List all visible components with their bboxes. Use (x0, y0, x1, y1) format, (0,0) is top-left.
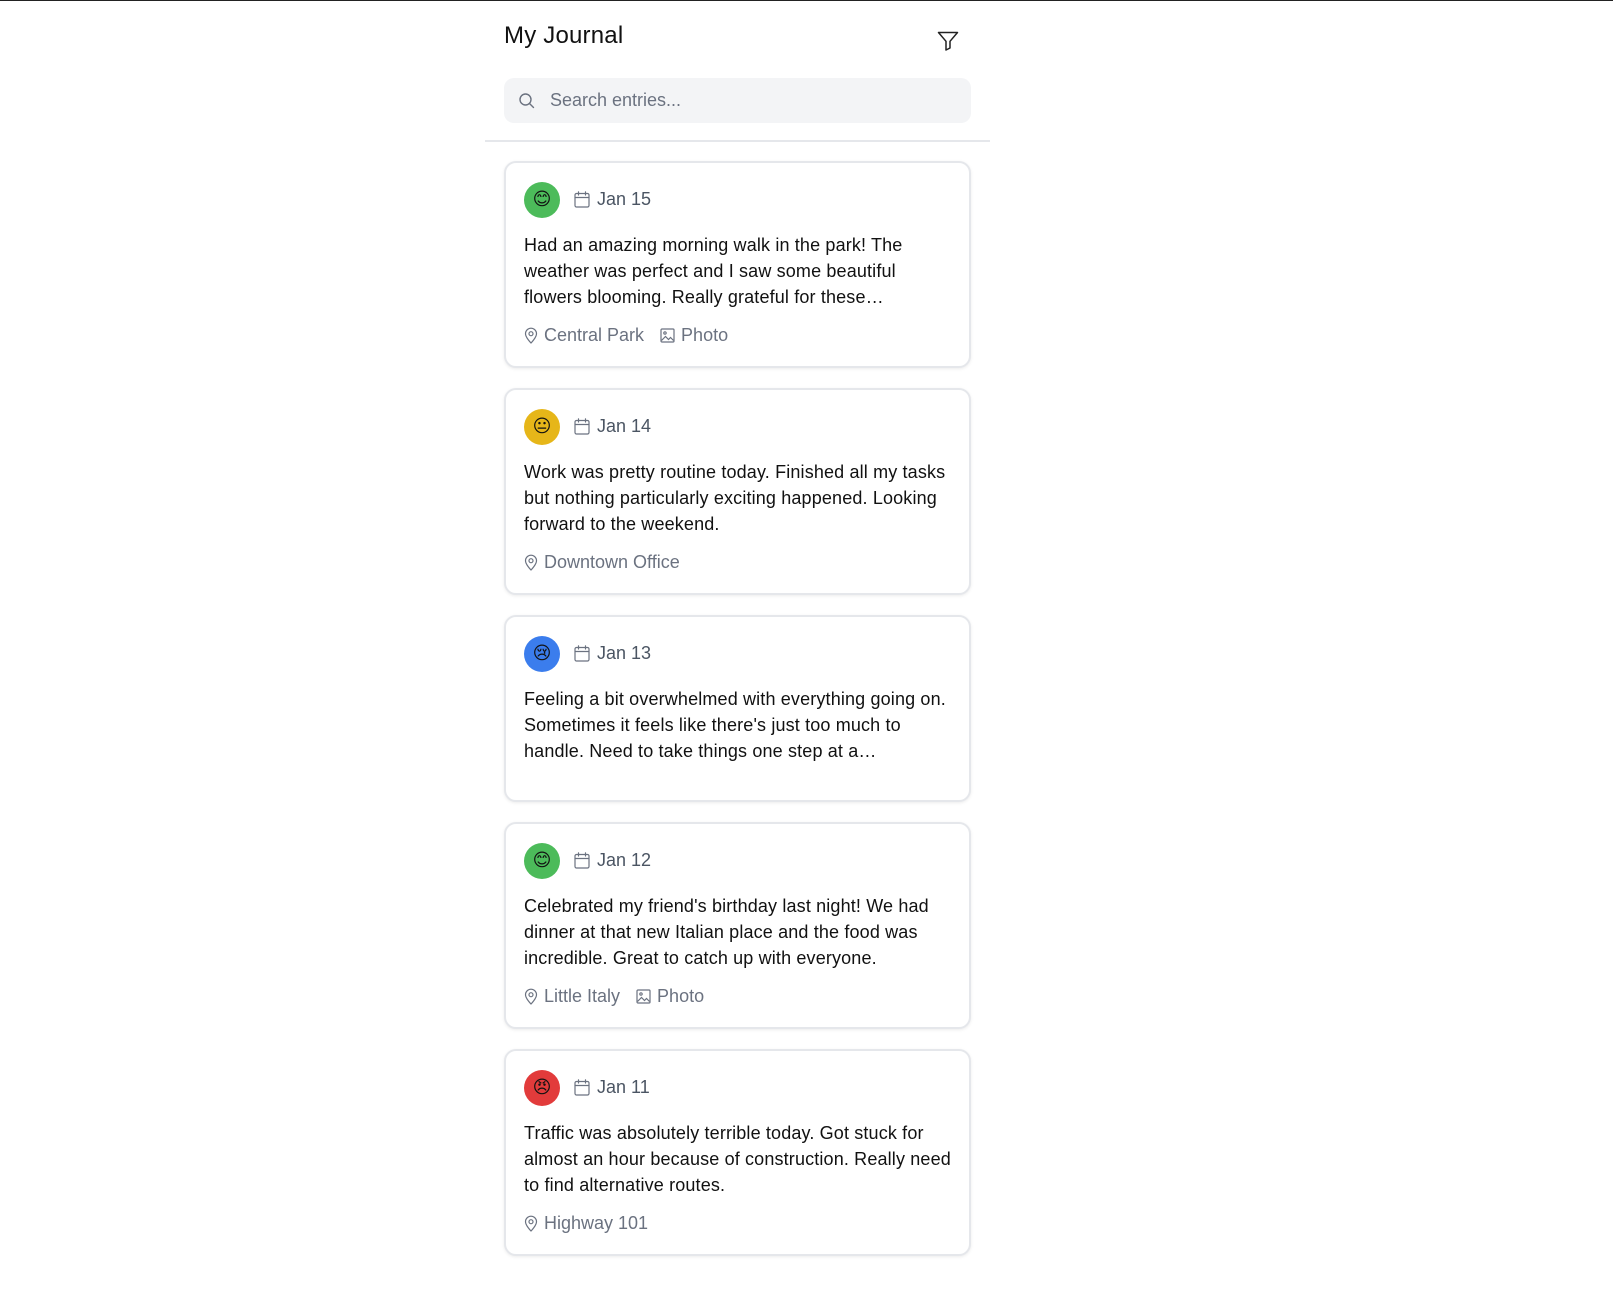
entry-attachment-text: Photo (657, 985, 705, 1006)
entry-date-text: Jan 11 (597, 1077, 650, 1097)
entry-text: Feeling a bit overwhelmed with everythin… (524, 689, 946, 761)
journal-entry-list: 😊 Jan 15 Had an amazing morning walk in … (504, 161, 971, 1276)
entry-location-text: Downtown Office (544, 551, 680, 572)
mood-angry-icon: 😠 (524, 1069, 560, 1106)
entry-date-text: Jan 13 (597, 643, 652, 663)
entry-date: Jan 15 (574, 189, 651, 210)
calendar-icon (574, 191, 590, 208)
entry-date: Jan 12 (574, 850, 651, 871)
entry-attachment-text: Photo (681, 324, 729, 345)
image-icon (636, 988, 651, 1004)
search-input[interactable] (548, 89, 952, 112)
journal-entry-card[interactable]: 😐 Jan 14 Work was pretty routine today. … (504, 388, 971, 595)
entry-location-text: Little Italy (544, 985, 621, 1006)
journal-app: My Journal 😊 (485, 0, 990, 1256)
entry-header: 😊 Jan 15 (524, 181, 951, 218)
page-title: My Journal (504, 22, 624, 49)
entry-date-text: Jan 15 (597, 189, 652, 209)
image-icon (660, 327, 675, 343)
filter-icon (936, 29, 960, 53)
entry-date: Jan 13 (574, 643, 651, 664)
entry-meta: Central Park Photo (524, 322, 951, 348)
journal-entry-card[interactable]: 😊 Jan 15 Had an amazing morning walk in … (504, 161, 971, 368)
entry-location: Downtown Office (524, 552, 680, 573)
entry-text: Celebrated my friend's birthday last nig… (524, 896, 929, 968)
search-bar (504, 78, 971, 123)
entry-location-text: Highway 101 (544, 1212, 649, 1233)
filter-button[interactable] (934, 27, 962, 55)
entry-header: 😐 Jan 14 (524, 408, 951, 445)
calendar-icon (574, 418, 590, 435)
journal-entry-card[interactable]: 😠 Jan 11 Traffic was absolutely terrible… (504, 1049, 971, 1256)
calendar-icon (574, 645, 590, 662)
mood-happy-icon: 😊 (524, 181, 560, 218)
entry-location-text: Central Park (544, 324, 645, 345)
mood-neutral-icon: 😐 (524, 408, 560, 445)
entry-meta: Little Italy Photo (524, 983, 951, 1009)
entry-header: 😊 Jan 12 (524, 842, 951, 879)
entry-location: Highway 101 (524, 1213, 648, 1234)
mood-sad-icon: 😢 (524, 635, 560, 672)
calendar-icon (574, 1079, 590, 1096)
entry-location: Central Park (524, 325, 644, 346)
entry-location: Little Italy (524, 986, 620, 1007)
location-pin-icon (524, 554, 538, 571)
entry-meta (524, 778, 951, 782)
mood-happy-icon: 😊 (524, 842, 560, 879)
journal-entry-card[interactable]: 😊 Jan 12 Celebrated my friend's birthday… (504, 822, 971, 1029)
entry-attachment: Photo (660, 325, 728, 346)
entry-date-text: Jan 12 (597, 850, 652, 870)
location-pin-icon (524, 988, 538, 1005)
journal-header: My Journal (485, 0, 990, 142)
location-pin-icon (524, 327, 538, 344)
entry-date: Jan 11 (574, 1077, 650, 1098)
entry-meta: Highway 101 (524, 1210, 951, 1236)
entry-text: Traffic was absolutely terrible today. G… (524, 1123, 951, 1195)
entry-date-text: Jan 14 (597, 416, 652, 436)
calendar-icon (574, 852, 590, 869)
entry-header: 😢 Jan 13 (524, 635, 951, 672)
entry-header: 😠 Jan 11 (524, 1069, 951, 1106)
entry-text: Work was pretty routine today. Finished … (524, 462, 946, 534)
entry-meta: Downtown Office (524, 549, 951, 575)
entry-date: Jan 14 (574, 416, 651, 437)
journal-entry-card[interactable]: 😢 Jan 13 Feeling a bit overwhelmed with … (504, 615, 971, 802)
location-pin-icon (524, 1215, 538, 1232)
search-icon (518, 92, 536, 110)
entry-attachment: Photo (636, 986, 704, 1007)
entry-text: Had an amazing morning walk in the park!… (524, 235, 903, 307)
